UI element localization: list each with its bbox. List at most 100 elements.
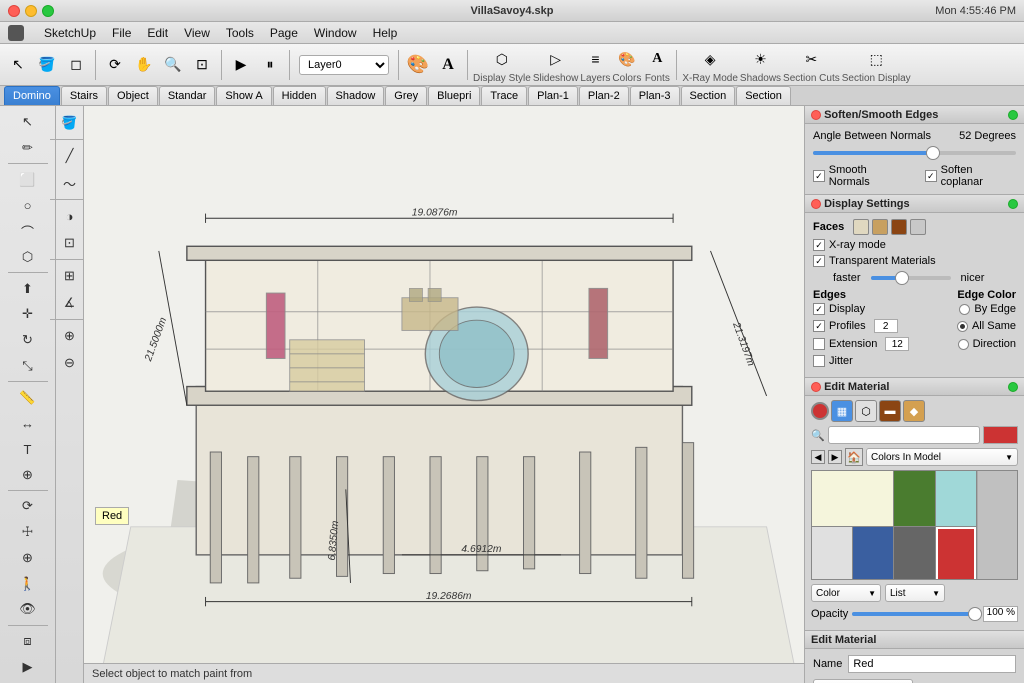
tab-section2[interactable]: Section [736,86,791,105]
rotate-tool[interactable]: ↻ [15,328,41,353]
layer-dropdown[interactable]: Layer0 [299,55,389,75]
xray-btn[interactable]: ◈ [696,45,724,73]
quality-thumb[interactable] [895,271,909,285]
tab-grey[interactable]: Grey [385,86,427,105]
fonts-btn[interactable]: A [643,45,671,73]
soften-expand-btn[interactable] [1008,110,1018,120]
display-close-btn[interactable] [811,199,821,209]
all-same-radio[interactable] [957,321,968,332]
menu-file[interactable]: File [112,26,131,40]
menu-help[interactable]: Help [373,26,398,40]
menu-page[interactable]: Page [270,26,298,40]
nav-home-btn[interactable]: 🏠 [845,448,863,466]
xray-cb[interactable] [813,239,825,251]
menu-edit[interactable]: Edit [147,26,168,40]
layer-selector[interactable]: Layer0 [299,55,389,75]
offset-tool[interactable]: ⊡ [57,230,83,256]
scale-tool[interactable]: ⤡ [15,354,41,379]
axes-tool[interactable]: ⊕ [15,462,41,487]
zoom-extents-tool[interactable]: ⊡ [188,51,216,79]
pause-btn[interactable]: ⏸ [256,51,284,79]
swatch-red[interactable] [936,527,976,580]
move-tool[interactable]: ✛ [15,302,41,327]
edit-mat-expand-btn[interactable] [1008,382,1018,392]
color-picker-btn[interactable]: 🎨 [404,51,432,79]
nav-back-btn[interactable]: ◀ [811,450,825,464]
swatch-dark-green[interactable] [894,471,934,526]
tab-plan2[interactable]: Plan-2 [579,86,629,105]
dim-tool[interactable]: ↔ [15,411,41,436]
menu-window[interactable]: Window [314,26,357,40]
orbit-tool-left[interactable]: ⟳ [15,494,41,519]
pan-tool[interactable]: ✋ [130,51,158,79]
tab-plan3[interactable]: Plan-3 [630,86,680,105]
tab-bluepri[interactable]: Bluepri [428,86,480,105]
opacity-thumb[interactable] [968,607,982,621]
layers-btn[interactable]: ≡ [581,45,609,73]
tab-object[interactable]: Object [108,86,158,105]
display-expand-btn[interactable] [1008,199,1018,209]
menu-tools[interactable]: Tools [226,26,254,40]
profiles-input[interactable] [874,319,898,333]
section-display-btn[interactable]: ⬚ [862,45,890,73]
by-edge-radio[interactable] [959,304,970,315]
swatch-blue[interactable] [853,527,893,580]
display-cb[interactable] [813,303,825,315]
swatch-beige[interactable] [812,471,893,526]
select-tool[interactable]: ↖ [4,51,32,79]
display-style-btn[interactable]: ⬡ [488,45,516,73]
shadows-btn[interactable]: ☀ [746,45,774,73]
arrow-tool[interactable]: ↖ [15,110,41,135]
material-search-input[interactable] [828,426,980,444]
mat-wood-btn[interactable]: ▬ [879,400,901,422]
name-input[interactable] [848,655,1016,673]
texture-dropdown[interactable]: Texture ▼ [813,679,913,683]
color-dropdown[interactable]: Color ▼ [811,584,881,602]
swatch-light-grey[interactable] [812,527,852,580]
proto-tool[interactable]: ⊞ [57,263,83,289]
jitter-cb[interactable] [813,355,825,367]
polygon-tool[interactable]: ⬡ [15,245,41,270]
forward-tool[interactable]: ▶ [15,654,41,679]
list-dropdown[interactable]: List ▼ [885,584,945,602]
pan-tool-left[interactable]: ☩ [15,520,41,545]
zoom-tool-left[interactable]: ⊕ [15,546,41,571]
paint-tool[interactable]: 🪣 [33,51,61,79]
tab-standar[interactable]: Standar [159,86,216,105]
opacity-value[interactable]: 100 % [983,606,1018,622]
tab-showa[interactable]: Show A [216,86,271,105]
freehand-tool[interactable]: 〜 [57,170,83,196]
paint-tool-left[interactable]: 🪣 [57,110,83,136]
erase-tool[interactable]: ◻ [62,51,90,79]
tab-section1[interactable]: Section [681,86,736,105]
section-cuts-btn[interactable]: ✂ [797,45,825,73]
minimize-button[interactable] [25,5,37,17]
extension-cb[interactable] [813,338,825,350]
line-tool[interactable]: ╱ [57,143,83,169]
followme-tool[interactable]: ◑ [57,203,83,229]
menu-sketchup[interactable]: SketchUp [44,26,96,40]
pushpull-tool[interactable]: ⬆ [15,276,41,301]
angle-tool[interactable]: ∡ [57,290,83,316]
soften-close-btn[interactable] [811,110,821,120]
color-model-dropdown[interactable]: Colors In Model ▼ [866,448,1018,466]
opacity-slider[interactable] [852,607,979,621]
rect-tool[interactable]: ⬜ [15,167,41,192]
play-btn[interactable]: ▶ [227,51,255,79]
tab-trace[interactable]: Trace [481,86,527,105]
menu-view[interactable]: View [184,26,210,40]
nav-forward-btn[interactable]: ▶ [828,450,842,464]
colors-btn[interactable]: 🎨 [613,45,641,73]
arc-tool[interactable]: ⌒ [15,219,41,244]
window-controls[interactable] [8,5,54,17]
swatch-dark-grey[interactable] [894,527,934,580]
circle-tool[interactable]: ○ [15,193,41,218]
orbit-tool[interactable]: ⟳ [101,51,129,79]
tab-domino[interactable]: Domino [4,86,60,105]
direction-radio[interactable] [958,339,969,350]
soften-coplanar-cb[interactable] [925,170,937,182]
swatch-light-cyan[interactable] [936,471,976,526]
tab-shadow[interactable]: Shadow [327,86,385,105]
slideshow-btn[interactable]: ▷ [542,45,570,73]
zoom-out-tool[interactable]: ⊖ [57,350,83,376]
